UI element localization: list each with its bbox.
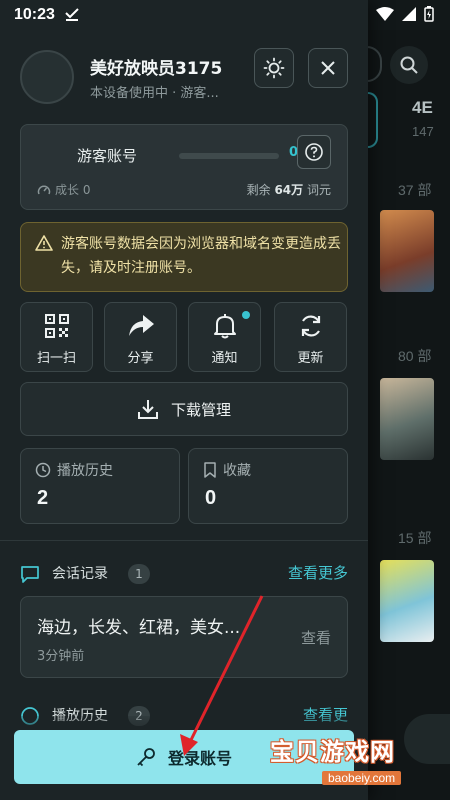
download-manager-label: 下载管理 [170, 400, 231, 419]
background-count: 80 部 [398, 348, 432, 364]
notifications-label: 通知 [211, 351, 238, 366]
clock-icon [35, 462, 51, 478]
conversation-time: 3分钟前 [37, 649, 85, 664]
scan-label: 扫一扫 [36, 351, 76, 366]
update-label: 更新 [297, 351, 324, 366]
share-button[interactable]: 分享 [104, 302, 177, 372]
divider [0, 540, 368, 541]
share-label: 分享 [127, 351, 154, 366]
sun-icon [263, 57, 285, 79]
background-stat-label: 4E [412, 98, 433, 117]
background-stat-sub: 147 [412, 124, 434, 139]
remaining-tokens: 剩余 64万 词元 [247, 181, 331, 198]
key-icon [137, 748, 155, 767]
download-manager-button[interactable]: 下载管理 [20, 382, 348, 436]
background-thumbnail[interactable] [380, 210, 434, 292]
favorites-count: 0 [205, 487, 217, 509]
wifi-icon [376, 7, 394, 21]
update-button[interactable]: 更新 [274, 302, 347, 372]
conversation-view-button[interactable]: 查看 [301, 627, 331, 648]
login-label: 登录账号 [167, 749, 232, 768]
close-icon [321, 61, 335, 75]
conversations-header: 会话记录 1 查看更多 [20, 562, 350, 586]
favorites-card[interactable]: 收藏 0 [188, 448, 348, 524]
bookmark-icon [204, 462, 216, 478]
gauge-icon [37, 184, 51, 194]
conversations-title: 会话记录 [52, 566, 108, 582]
close-button[interactable] [308, 48, 348, 88]
background-count: 15 部 [398, 530, 432, 546]
help-button[interactable] [297, 135, 331, 169]
floating-action-button[interactable] [404, 714, 450, 764]
growth-progress-bar [179, 153, 279, 159]
status-bar: 10:23 [0, 0, 450, 30]
watermark-url: baobeiy.com [322, 771, 402, 785]
watermark-text: 宝贝游戏网 [270, 738, 395, 766]
avatar[interactable] [20, 50, 74, 104]
conversation-text: 海边，长发、红裙，美女... [37, 618, 241, 638]
download-done-icon [65, 7, 79, 24]
refresh-icon [301, 315, 320, 337]
profile-header: 美好放映员3175 本设备使用中 · 游客... [20, 48, 368, 104]
remaining-value: 64万 [274, 183, 304, 197]
remaining-suffix: 词元 [306, 183, 331, 197]
warning-text: 游客账号数据会因为浏览器和域名变更造成丢失，请及时注册账号。 [61, 236, 341, 276]
conversation-item[interactable]: 海边，长发、红裙，美女... 3分钟前 查看 [20, 596, 348, 678]
side-drawer: 美好放映员3175 本设备使用中 · 游客... 游客账号 0% [0, 0, 368, 800]
search-button[interactable] [390, 46, 428, 84]
warning-icon [35, 235, 53, 251]
warning-banner: 游客账号数据会因为浏览器和域名变更造成丢失，请及时注册账号。 [20, 222, 348, 292]
growth-info: 成长 0 [37, 181, 90, 198]
conversations-count: 1 [128, 564, 150, 584]
guest-account-title: 游客账号 [77, 147, 138, 165]
share-icon [128, 315, 154, 336]
guest-account-card[interactable]: 游客账号 0% 成长 0 剩余 64万 词元 [20, 124, 348, 210]
bell-icon [213, 314, 236, 339]
battery-icon [424, 6, 434, 22]
background-thumbnail[interactable] [380, 378, 434, 460]
download-icon [137, 400, 158, 419]
scan-button[interactable]: 扫一扫 [20, 302, 93, 372]
notifications-button[interactable]: 通知 [188, 302, 261, 372]
question-icon [305, 143, 323, 161]
background-thumbnail[interactable] [380, 560, 434, 642]
chat-icon [21, 566, 39, 583]
conversations-view-more[interactable]: 查看更多 [288, 562, 348, 583]
remaining-prefix: 剩余 [246, 183, 271, 197]
watermark: 宝贝游戏网 baobeiy.com [270, 732, 402, 786]
status-time: 10:23 [14, 6, 55, 23]
background-count: 37 部 [398, 182, 432, 198]
play-history-card[interactable]: 播放历史 2 [20, 448, 180, 524]
growth-value: 成长 0 [55, 183, 91, 197]
play-history-count: 2 [37, 487, 49, 509]
favorites-label: 收藏 [223, 463, 251, 479]
user-name: 美好放映员3175 [90, 59, 223, 79]
search-icon [400, 56, 418, 74]
user-subtitle: 本设备使用中 · 游客... [90, 86, 219, 101]
qr-scan-icon [44, 314, 69, 338]
theme-toggle-button[interactable] [254, 48, 294, 88]
play-history-label: 播放历史 [57, 463, 113, 479]
signal-icon [402, 7, 416, 21]
